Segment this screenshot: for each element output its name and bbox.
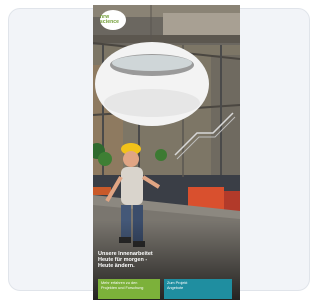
ad-headline: Unsere Innenarbeitet Heute für morgen - …: [98, 251, 153, 269]
brand-logo[interactable]: nrw science: [100, 10, 126, 30]
brand-logo-text: nrw science: [100, 14, 120, 25]
learn-more-button[interactable]: Mehr erfahren zu den Projekten und Forsc…: [98, 279, 160, 299]
ad-preview[interactable]: nrw science Unsere Innenarbeitet Heute f…: [93, 5, 240, 300]
project-button[interactable]: Zum Projekt Angebote: [164, 279, 232, 299]
